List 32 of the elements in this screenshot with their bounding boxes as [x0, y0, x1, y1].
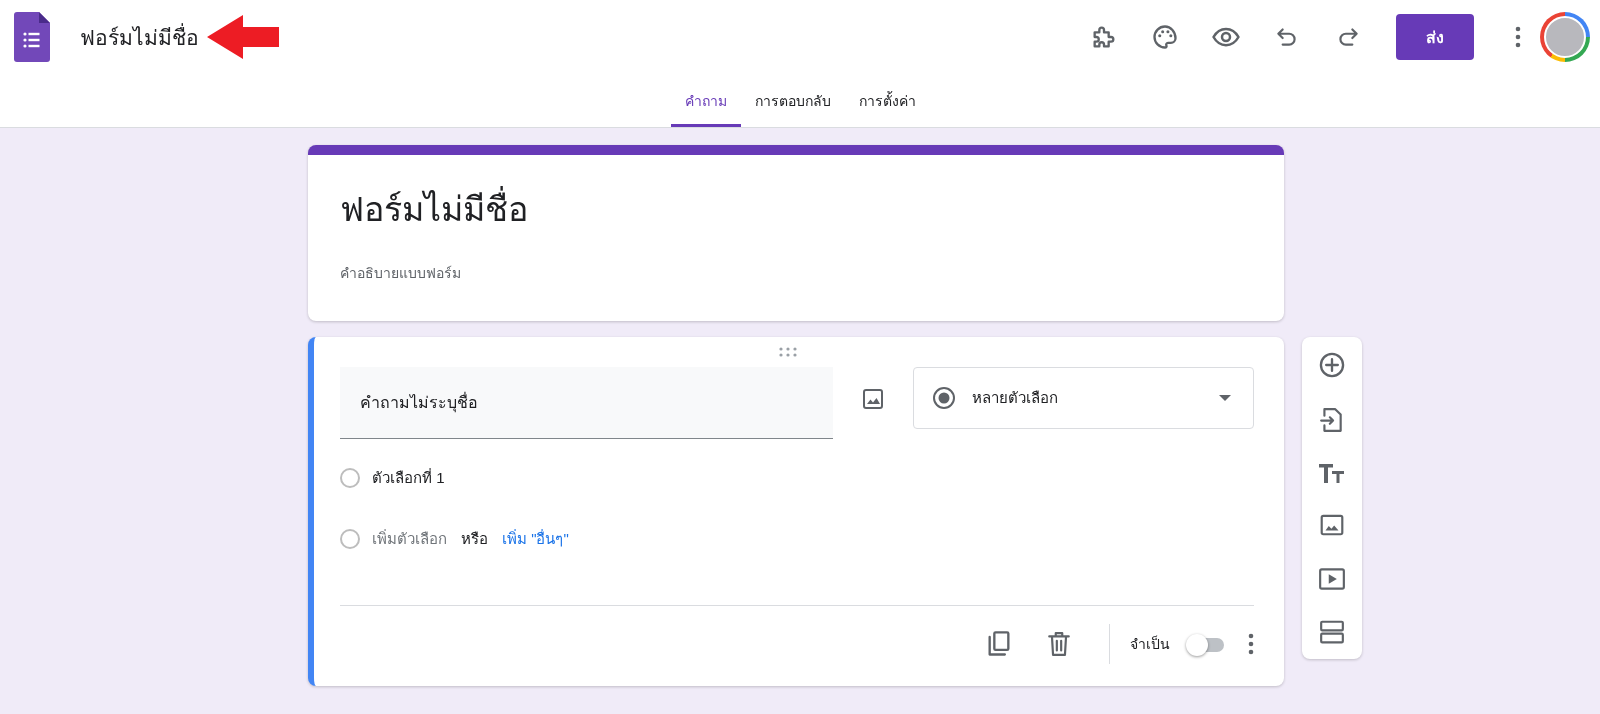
drag-handle-icon[interactable]	[778, 347, 798, 357]
title-icon[interactable]	[1319, 461, 1345, 484]
import-file-icon[interactable]	[1320, 407, 1344, 434]
copy-icon[interactable]	[986, 630, 1012, 658]
form-heading[interactable]: ฟอร์มไม่มีชื่อ	[340, 177, 1252, 241]
add-option-link[interactable]: เพิ่มตัวเลือก	[372, 527, 447, 551]
avatar[interactable]	[1540, 12, 1590, 62]
palette-icon[interactable]	[1150, 23, 1179, 51]
or-text: หรือ	[461, 529, 488, 549]
tab[interactable]: คำถาม	[670, 74, 741, 127]
more-icon[interactable]	[1248, 633, 1254, 655]
video-icon[interactable]	[1318, 566, 1346, 591]
tab[interactable]: การตอบกลับ	[740, 74, 845, 127]
required-label: จำเป็น	[1130, 634, 1170, 654]
form-title[interactable]: ฟอร์มไม่มีชื่อ	[80, 20, 199, 54]
more-icon[interactable]	[1515, 26, 1521, 48]
section-icon[interactable]	[1319, 618, 1345, 645]
add-circle-icon[interactable]	[1318, 351, 1346, 379]
trash-icon[interactable]	[1047, 631, 1071, 657]
forms-logo[interactable]	[14, 12, 50, 62]
radio-icon	[932, 386, 956, 410]
send-button[interactable]: ส่ง	[1396, 14, 1474, 60]
option-text[interactable]: ตัวเลือกที่ 1	[372, 466, 445, 490]
question-type-dropdown[interactable]: หลายตัวเลือก	[913, 367, 1254, 429]
image-icon[interactable]	[861, 387, 885, 411]
radio-button[interactable]	[340, 468, 360, 488]
add-other-link[interactable]: เพิ่ม "อื่นๆ"	[502, 527, 569, 551]
required-toggle[interactable]	[1186, 634, 1226, 654]
tab[interactable]: การตั้งค่า	[844, 74, 930, 127]
question-field[interactable]: คำถามไม่ระบุชื่อ	[340, 367, 833, 439]
arrow-drawing	[207, 14, 279, 60]
caret-icon	[1219, 395, 1231, 401]
